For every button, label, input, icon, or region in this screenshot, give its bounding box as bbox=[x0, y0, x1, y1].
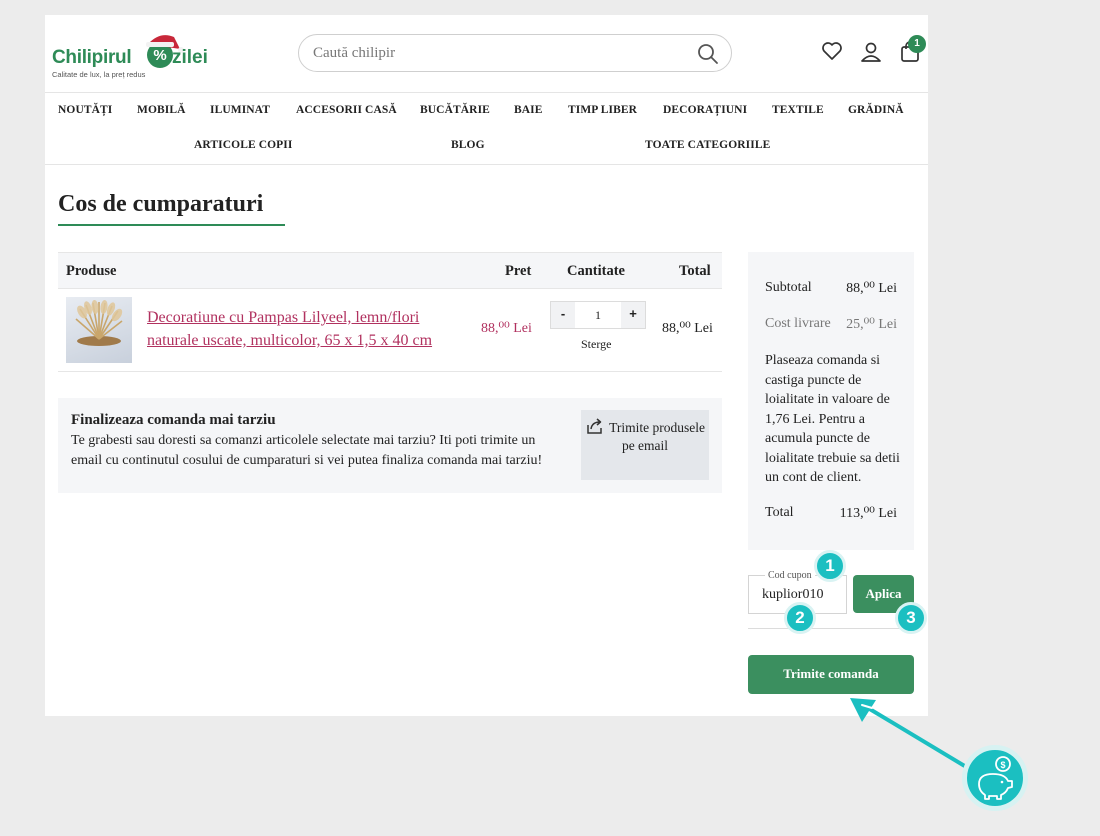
user-icon[interactable] bbox=[860, 41, 882, 68]
quantity-stepper: - 1 + bbox=[550, 301, 646, 329]
logo-word-1: Chilipirul bbox=[52, 47, 132, 68]
total-value: 113,⁰⁰ Lei bbox=[839, 506, 897, 521]
quantity-value[interactable]: 1 bbox=[575, 302, 621, 328]
finish-later-text: Te grabesti sau doresti sa comanzi artic… bbox=[71, 433, 543, 468]
nav-item-gradina[interactable]: GRĂDINĂ bbox=[848, 104, 904, 116]
heart-icon[interactable] bbox=[821, 41, 843, 66]
piggy-bank-icon: $ bbox=[978, 756, 1013, 800]
column-quantity: Cantitate bbox=[567, 263, 625, 279]
callout-step-3: 3 bbox=[895, 602, 927, 634]
subtotal-label: Subtotal bbox=[765, 280, 812, 295]
nav-item-iluminat[interactable]: ILUMINAT bbox=[210, 104, 270, 116]
nav-item-blog[interactable]: BLOG bbox=[451, 139, 485, 151]
product-thumbnail[interactable] bbox=[66, 297, 132, 363]
piggy-bank-badge: $ bbox=[962, 745, 1028, 811]
quantity-increase-button[interactable]: + bbox=[621, 302, 645, 328]
product-name-link[interactable]: Decoratiune cu Pampas Lilyeel, lemn/flor… bbox=[147, 306, 467, 352]
remove-item-link[interactable]: Sterge bbox=[581, 337, 611, 352]
nav-item-mobila[interactable]: MOBILĂ bbox=[137, 104, 186, 116]
logo-tagline: Calitate de lux, la preț redus bbox=[52, 70, 146, 79]
main-navigation: NOUTĂȚI MOBILĂ ILUMINAT ACCESORII CASĂ B… bbox=[45, 92, 928, 165]
cart-count-badge: 1 bbox=[908, 35, 926, 53]
order-summary: Subtotal 88,⁰⁰ Lei Cost livrare 25,⁰⁰ Le… bbox=[748, 252, 914, 550]
column-products: Produse bbox=[66, 263, 117, 279]
shipping-value: 25,⁰⁰ Lei bbox=[846, 317, 897, 332]
nav-item-articole-copii[interactable]: ARTICOLE COPII bbox=[194, 139, 292, 151]
loyalty-points-note: Plaseaza comanda si castiga puncte de lo… bbox=[765, 353, 900, 485]
product-row-total: 88,⁰⁰ Lei bbox=[662, 321, 713, 336]
page-title: Cos de cumparaturi bbox=[58, 191, 264, 217]
coupon-label: Cod cupon bbox=[765, 570, 815, 581]
nav-item-timp-liber[interactable]: TIMP LIBER bbox=[568, 104, 637, 116]
coupon-input[interactable] bbox=[762, 587, 842, 603]
logo-word-2: zilei bbox=[172, 47, 208, 68]
callout-step-2: 2 bbox=[784, 602, 816, 634]
email-cart-button[interactable]: Trimite produsele pe email bbox=[581, 410, 709, 480]
quantity-decrease-button[interactable]: - bbox=[551, 302, 575, 328]
nav-item-accesorii-casa[interactable]: ACCESORII CASĂ bbox=[296, 104, 397, 116]
product-price: 88,⁰⁰ Lei bbox=[481, 321, 532, 336]
nav-item-textile[interactable]: TEXTILE bbox=[772, 104, 824, 116]
search-input[interactable] bbox=[313, 43, 673, 63]
search-icon[interactable] bbox=[697, 43, 719, 70]
subtotal-value: 88,⁰⁰ Lei bbox=[846, 281, 897, 296]
finish-later-title: Finalizeaza comanda mai tarziu bbox=[71, 412, 276, 428]
table-row: Decoratiune cu Pampas Lilyeel, lemn/flor… bbox=[58, 289, 722, 372]
nav-item-baie[interactable]: BAIE bbox=[514, 104, 543, 116]
column-total: Total bbox=[679, 263, 711, 279]
search-bar bbox=[298, 34, 732, 72]
column-price: Pret bbox=[505, 263, 532, 279]
nav-item-noutati[interactable]: NOUTĂȚI bbox=[58, 104, 112, 116]
divider bbox=[748, 628, 914, 629]
svg-text:$: $ bbox=[1000, 760, 1005, 770]
nav-item-bucatarie[interactable]: BUCĂTĂRIE bbox=[420, 104, 490, 116]
cart-table-header: Produse Pret Cantitate Total bbox=[58, 252, 722, 289]
nav-item-toate-categoriile[interactable]: TOATE CATEGORIILE bbox=[645, 139, 770, 151]
email-cart-button-label: Trimite produsele pe email bbox=[609, 420, 705, 453]
share-icon bbox=[587, 418, 602, 434]
callout-step-1: 1 bbox=[814, 550, 846, 582]
total-label: Total bbox=[765, 505, 794, 520]
shipping-label: Cost livrare bbox=[765, 316, 831, 331]
svg-text:%: % bbox=[153, 47, 166, 64]
nav-item-decoratiuni[interactable]: DECORAȚIUNI bbox=[663, 104, 747, 116]
title-underline bbox=[58, 224, 285, 226]
finish-later-panel: Finalizeaza comanda mai tarziu Te grabes… bbox=[58, 398, 722, 493]
site-logo[interactable]: Chilipirul % zilei Calitate de lux, la p… bbox=[52, 27, 212, 83]
